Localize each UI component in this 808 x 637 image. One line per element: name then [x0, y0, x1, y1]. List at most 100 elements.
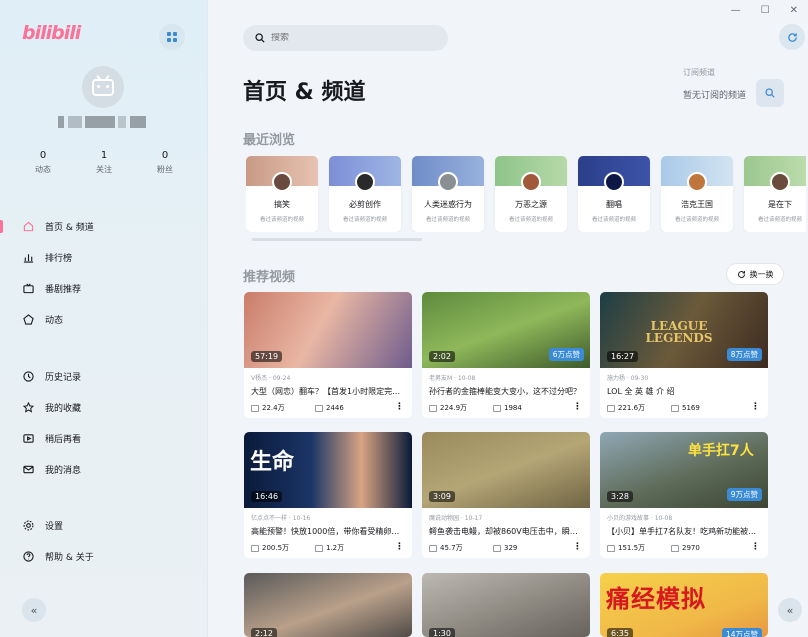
- recommended-section-title: 推荐视频: [243, 270, 296, 285]
- stat-dynamic[interactable]: 0 动态: [18, 150, 68, 175]
- more-options-icon[interactable]: ⋮: [395, 542, 404, 552]
- danmaku-icon: [671, 404, 679, 412]
- danmaku-count: 329: [493, 544, 563, 552]
- recent-channel-card[interactable]: 人类迷惑行为 看过该频道的视频: [412, 156, 484, 232]
- swap-button[interactable]: 换一换: [726, 263, 784, 285]
- view-count: 224.9万: [429, 403, 493, 413]
- bilibili-logo[interactable]: bilibili: [22, 22, 81, 44]
- channel-avatar: [272, 172, 292, 192]
- play-count-icon: [607, 404, 615, 412]
- stat-following[interactable]: 1 关注: [79, 150, 129, 175]
- danmaku-count: 1.2万: [315, 543, 385, 553]
- compass-icon: [22, 314, 34, 326]
- home-icon: [22, 221, 34, 233]
- help-icon: [22, 551, 34, 563]
- nav-bottom: 设置 帮助 & 关于: [0, 510, 208, 572]
- window-controls: — ☐ ✕: [731, 5, 798, 16]
- nav-item-settings[interactable]: 设置: [0, 510, 208, 541]
- avatar[interactable]: [82, 66, 124, 108]
- page-title: 首页 & 频道: [243, 80, 366, 105]
- view-count: 45.7万: [429, 543, 493, 553]
- swap-icon: [737, 270, 745, 278]
- more-options-icon[interactable]: ⋮: [573, 542, 582, 552]
- recent-channel-card[interactable]: 搞笑 看过该频道的视频: [246, 156, 318, 232]
- apps-grid-button[interactable]: [159, 24, 185, 50]
- username-redacted: [58, 116, 148, 128]
- nav-item-messages[interactable]: 我的消息: [0, 454, 208, 485]
- view-count: 151.5万: [607, 543, 671, 553]
- video-card[interactable]: 1:30: [422, 573, 590, 637]
- recent-channel-card[interactable]: 浩克王国 看过该频道的视频: [661, 156, 733, 232]
- collapse-sidebar-button[interactable]: «: [22, 598, 46, 622]
- recent-channel-card[interactable]: 万恶之源 看过该频道的视频: [495, 156, 567, 232]
- search-box[interactable]: [243, 25, 448, 51]
- collapse-right-button[interactable]: «: [778, 598, 802, 622]
- profile-stats: 0 动态 1 关注 0 粉丝: [18, 150, 190, 175]
- video-thumbnail: 1:30: [422, 573, 590, 637]
- double-chevron-left-icon: «: [30, 603, 38, 617]
- nav-item-rank[interactable]: 排行榜: [0, 242, 208, 273]
- recent-scrollbar[interactable]: [252, 238, 422, 241]
- nav-item-bangumi[interactable]: 番剧推荐: [0, 273, 208, 304]
- danmaku-icon: [493, 544, 501, 552]
- more-options-icon[interactable]: ⋮: [751, 402, 760, 412]
- double-chevron-left-icon: «: [786, 603, 794, 617]
- danmaku-count: 2970: [671, 544, 741, 552]
- channel-search-button[interactable]: [756, 79, 784, 107]
- view-count: 22.4万: [251, 403, 315, 413]
- play-count-icon: [251, 404, 259, 412]
- nav-item-help[interactable]: 帮助 & 关于: [0, 541, 208, 572]
- refresh-icon: [787, 32, 797, 42]
- video-card[interactable]: 单手扛7人 3:28 9万点赞 小贝的游戏故事 · 10-08 【小贝】单手扛7…: [600, 432, 768, 558]
- clock-icon: [22, 371, 34, 383]
- danmaku-count: 5169: [671, 404, 741, 412]
- video-card[interactable]: 3:09 魔说动物园 · 10-17 鳄鱼袭击电鳗，却被860V电压击中，瞬间.…: [422, 432, 590, 558]
- channel-avatar: [687, 172, 707, 192]
- danmaku-count: 1984: [493, 404, 563, 412]
- view-count: 200.5万: [251, 543, 315, 553]
- video-card[interactable]: 生命 16:46 亿点点不一样 · 10-16 高能预警！快放1000倍，带你看…: [244, 432, 412, 558]
- video-card[interactable]: 2:12: [244, 573, 412, 637]
- nav-item-favorites[interactable]: 我的收藏: [0, 392, 208, 423]
- danmaku-count: 2446: [315, 404, 385, 412]
- channel-avatar: [521, 172, 541, 192]
- video-thumbnail: 3:09: [422, 432, 590, 508]
- nav-item-home[interactable]: 首页 & 频道: [0, 211, 208, 242]
- more-options-icon[interactable]: ⋮: [751, 542, 760, 552]
- play-count-icon: [429, 544, 437, 552]
- recent-channel-card[interactable]: 翻唱 看过该频道的视频: [578, 156, 650, 232]
- video-card[interactable]: 57:19 V杨杰 · 09-24 大型（网恋）翻车？【首发1小时限定完整版】 …: [244, 292, 412, 418]
- video-card[interactable]: LEAGUE LEGENDS 16:27 8万点赞 施力杨 · 09-30 LO…: [600, 292, 768, 418]
- video-thumbnail: 2:12: [244, 573, 412, 637]
- recent-channels-row: 搞笑 看过该频道的视频 必剪创作 看过该频道的视频 人类迷惑行为 看过该频道的视…: [246, 156, 806, 232]
- mail-icon: [22, 464, 34, 476]
- danmaku-icon: [315, 404, 323, 412]
- video-thumbnail: LEAGUE LEGENDS 16:27 8万点赞: [600, 292, 768, 368]
- subscribed-channels-empty: 暂无订阅的频道: [683, 91, 747, 101]
- sidebar: bilibili 0 动态 1 关注 0 粉丝 首页 & 频道 排行榜 番剧推荐…: [0, 0, 208, 637]
- maximize-icon[interactable]: ☐: [761, 5, 770, 16]
- recent-channel-card[interactable]: 是在下 看过该频道的视频: [744, 156, 806, 232]
- recent-channel-card[interactable]: 必剪创作 看过该频道的视频: [329, 156, 401, 232]
- nav-item-history[interactable]: 历史记录: [0, 361, 208, 392]
- nav-personal: 历史记录 我的收藏 稍后再看 我的消息: [0, 361, 208, 485]
- video-card[interactable]: 2:02 6万点赞 老男友M · 10-08 孙行者的金箍棒能变大变小，这不过分…: [422, 292, 590, 418]
- minimize-icon[interactable]: —: [731, 5, 741, 16]
- video-card[interactable]: 痛经模拟 6:35 14万点赞: [600, 573, 768, 637]
- video-thumbnail: 生命 16:46: [244, 432, 412, 508]
- nav-item-dynamic[interactable]: 动态: [0, 304, 208, 335]
- more-options-icon[interactable]: ⋮: [573, 402, 582, 412]
- video-thumbnail: 单手扛7人 3:28 9万点赞: [600, 432, 768, 508]
- close-icon[interactable]: ✕: [790, 5, 798, 16]
- search-input[interactable]: [271, 33, 431, 43]
- star-icon: [22, 402, 34, 414]
- stat-followers[interactable]: 0 粉丝: [140, 150, 190, 175]
- subscribed-channels-label: 订阅频道: [683, 68, 715, 77]
- nav-item-watch-later[interactable]: 稍后再看: [0, 423, 208, 454]
- bar-chart-icon: [22, 252, 34, 264]
- main-content: — ☐ ✕ 首页 & 频道 订阅频道 暂无订阅的频道 最近浏览 搞笑 看过该频道…: [209, 0, 808, 637]
- refresh-button[interactable]: [779, 24, 805, 50]
- view-count: 221.6万: [607, 403, 671, 413]
- more-options-icon[interactable]: ⋮: [395, 402, 404, 412]
- nav-primary: 首页 & 频道 排行榜 番剧推荐 动态: [0, 211, 208, 335]
